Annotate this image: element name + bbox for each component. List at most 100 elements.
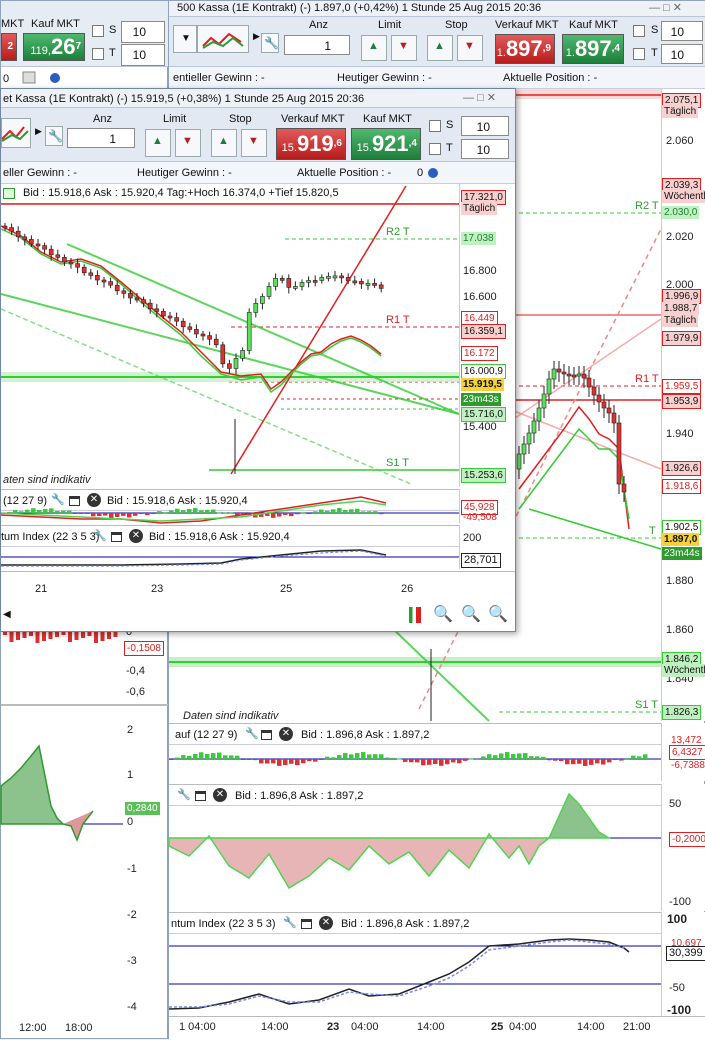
front-s-spinner[interactable]: 10	[461, 116, 509, 136]
front-macd-bar	[31, 508, 36, 513]
front-candle-body	[246, 312, 252, 351]
front-limit-sell-button[interactable]: ▼	[175, 129, 201, 157]
back-sell-button[interactable]: 1.897,9	[495, 34, 555, 64]
front-candle-body	[359, 281, 364, 285]
back-wrench-button[interactable]: 🔧	[261, 33, 279, 53]
front-limit-sell-icon: ▼	[182, 135, 193, 147]
front-t-checkbox[interactable]	[429, 143, 441, 155]
back-mom-axis	[661, 912, 705, 1016]
front-candle-body	[114, 284, 120, 292]
back-macd-close-icon[interactable]: ✕	[279, 727, 293, 741]
back-osc-window-icon[interactable]	[195, 791, 206, 801]
back-s-spinner[interactable]: 10	[661, 21, 703, 41]
front-mom-close-icon[interactable]: ✕	[129, 529, 143, 543]
back-tag-l: 1.897,0	[662, 533, 700, 546]
back-macd-bar	[451, 759, 456, 763]
back-stop-sell-button[interactable]: ▼	[457, 35, 483, 61]
back-mom-window-icon[interactable]	[301, 919, 312, 929]
back-t-spinner[interactable]: 10	[661, 44, 703, 64]
front-limit-buy-button[interactable]: ▲	[145, 129, 171, 157]
back-more-arrow-icon[interactable]: ▶	[253, 31, 260, 42]
back-mom-bidask: Bid : 1.896,8 Ask : 1.897,2	[341, 918, 470, 930]
left-macd-chart	[3, 631, 118, 643]
back-s-checkbox[interactable]	[633, 25, 645, 37]
front-macd-bar	[127, 513, 132, 518]
back-candle-body	[576, 373, 582, 377]
front-more-arrow-icon[interactable]: ▶	[35, 126, 42, 137]
front-chart-window: et Kassa (1E Kontrakt) (-) 15.919,5 (+0,…	[0, 88, 516, 632]
front-stop-buy-button[interactable]: ▲	[211, 129, 237, 157]
front-macd-bar	[91, 513, 96, 517]
left-buy-button[interactable]: 119,267	[23, 33, 85, 61]
front-buy-button[interactable]: 15.921,4	[351, 128, 421, 160]
front-macd-bar	[115, 513, 120, 517]
zoom-in-icon[interactable]: 🔍	[488, 604, 508, 624]
zoom-out-icon[interactable]: 🔍	[461, 604, 481, 624]
back-chart-type-button[interactable]: ▼	[173, 25, 197, 53]
back-osc-header: 🔧 ✕ Bid : 1.896,8 Ask : 1.897,2	[169, 784, 661, 806]
back-candle-body	[531, 420, 537, 434]
back-macd-wrench-icon[interactable]: 🔧	[245, 725, 259, 744]
front-sell-button[interactable]: 15.919,6	[276, 128, 346, 160]
left-s-checkbox[interactable]	[92, 25, 104, 37]
back-title: 500 Kassa (1E Kontrakt) (-) 1.897,0 (+0,…	[177, 2, 542, 14]
front-s-checkbox[interactable]	[429, 120, 441, 132]
back-macd-bar	[199, 752, 204, 759]
back-buy-button[interactable]: 1.897,4	[562, 34, 624, 64]
front-mom-wrench-icon[interactable]: 🔧	[93, 527, 107, 546]
back-macd-window-icon[interactable]	[261, 730, 272, 740]
front-stop-sell-button[interactable]: ▼	[241, 129, 267, 157]
back-candle-body	[516, 453, 522, 470]
back-macd-bar	[253, 759, 258, 761]
front-scroll-left-icon[interactable]: ◀	[3, 609, 11, 620]
back-limit-sell-button[interactable]: ▼	[391, 35, 417, 61]
back-mom-wrench-icon[interactable]: 🔧	[283, 914, 297, 933]
front-window-controls[interactable]: — □ ✕	[463, 91, 496, 104]
left-sell-button[interactable]: 2	[1, 33, 17, 61]
back-macd-bar	[367, 754, 372, 759]
back-indicator-button[interactable]	[197, 25, 249, 53]
left-macd-bar	[48, 631, 53, 639]
front-x-3: 26	[401, 583, 414, 595]
back-macd-bar	[193, 753, 198, 759]
front-candle-body	[121, 290, 127, 294]
back-anz-spinner[interactable]: 1	[284, 35, 350, 55]
front-macd-bar	[73, 513, 78, 514]
back-osc-wrench-icon[interactable]: 🔧	[177, 786, 191, 805]
front-candle-body	[161, 311, 166, 317]
left-s-spinner[interactable]: 10	[121, 21, 165, 43]
front-position: Aktuelle Position : -	[297, 167, 392, 179]
back-macd-bar	[487, 754, 492, 759]
back-macd-bar	[571, 759, 576, 765]
left-t-checkbox[interactable]	[92, 48, 104, 60]
back-macd-bar	[349, 754, 354, 759]
front-bar-icon[interactable]	[409, 607, 421, 623]
back-limit-buy-button[interactable]: ▲	[361, 35, 387, 61]
front-mom-window-icon[interactable]	[111, 532, 122, 542]
zoom-fit-icon[interactable]: 🔍	[433, 604, 453, 624]
back-mom-header: ntum Index (22 3 5 3) 🔧 ✕ Bid : 1.896,8 …	[169, 912, 661, 934]
back-candle-body	[586, 377, 592, 388]
front-wrench-button[interactable]: 🔧	[45, 126, 63, 146]
back-window-controls[interactable]: — □ ✕	[649, 1, 682, 14]
front-anz-spinner[interactable]: 1	[67, 128, 135, 148]
back-kauf-label: Kauf MKT	[569, 19, 618, 31]
back-x-6: 04:00	[509, 1021, 537, 1033]
back-osc-axis-0: 50	[669, 798, 682, 810]
front-indicator-button[interactable]	[1, 118, 31, 148]
back-indikativ: Daten sind indikativ	[183, 710, 280, 722]
back-osc-close-icon[interactable]: ✕	[213, 788, 227, 802]
front-candle-body	[279, 278, 285, 281]
back-macd-bar	[457, 759, 462, 764]
front-home-icon[interactable]	[3, 188, 15, 199]
left-macd-bar	[16, 631, 20, 640]
back-stop-buy-button[interactable]: ▲	[427, 35, 453, 61]
back-mom-close-icon[interactable]: ✕	[319, 916, 333, 930]
back-macd-bar	[625, 758, 630, 760]
left-t-spinner[interactable]: 10	[121, 44, 165, 66]
back-t-checkbox[interactable]	[633, 48, 645, 60]
back-macd-bar	[295, 759, 300, 766]
front-t-spinner[interactable]: 10	[461, 139, 509, 159]
front-candle-body	[213, 338, 219, 346]
front-macd-bar	[187, 509, 192, 513]
